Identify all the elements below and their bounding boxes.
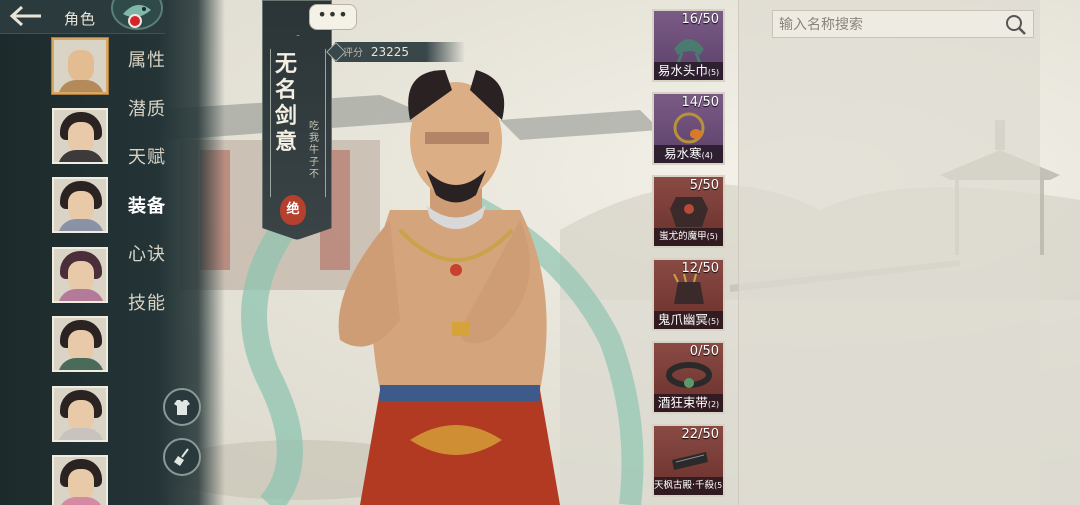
equip-slot-head[interactable]: 16/50 易水头巾(5) xyxy=(652,9,725,82)
equip-name: 蚩尤的魔甲(5) xyxy=(654,228,723,246)
portrait-female-headband[interactable] xyxy=(52,177,108,233)
grade-badge: 绝 xyxy=(280,195,306,225)
search-icon[interactable] xyxy=(1005,14,1027,40)
tab-attributes[interactable]: 属性 xyxy=(128,46,166,95)
tab-equipment[interactable]: 装备 xyxy=(128,192,166,241)
equip-name: 易水头巾(5) xyxy=(654,62,723,80)
back-arrow-icon[interactable] xyxy=(8,4,48,30)
search-bar xyxy=(772,10,1034,38)
notification-dot xyxy=(128,14,142,28)
score-value: 23225 xyxy=(370,45,410,59)
set-name: 无名剑意 xyxy=(274,51,297,155)
armor-icon xyxy=(670,197,708,227)
score-bar: 评分 23225 xyxy=(326,42,465,62)
headscarf-icon xyxy=(674,39,704,63)
equipment-set-banner: 无名剑意 吃我牛子不 绝 xyxy=(262,0,332,240)
tab-potential[interactable]: 潜质 xyxy=(128,95,166,144)
tab-mind-art[interactable]: 心诀 xyxy=(128,240,166,289)
portrait-female-noble[interactable] xyxy=(52,385,108,442)
equip-name: 易水寒(4) xyxy=(654,145,723,163)
character-portrait-list xyxy=(52,38,108,505)
equip-slot-gauntlet[interactable]: 12/50 鬼爪幽冥(5) xyxy=(652,258,725,331)
amulet-icon xyxy=(673,112,705,144)
equip-slot-belt[interactable]: 0/50 酒狂束带(2) xyxy=(652,341,725,414)
page-title: 角色 xyxy=(64,10,97,28)
equip-name: 天枫古殿·千殺(5) xyxy=(654,477,723,495)
portrait-male-warrior[interactable] xyxy=(52,107,108,164)
equip-slot-armor[interactable]: 5/50 蚩尤的魔甲(5) xyxy=(652,175,725,248)
equip-name: 鬼爪幽冥(5) xyxy=(654,311,723,329)
equip-name: 酒狂束带(2) xyxy=(654,394,723,412)
belt-icon xyxy=(666,362,712,388)
equipment-list-panel xyxy=(738,0,1040,505)
boots-icon xyxy=(672,452,708,470)
character-tabs: 属性 潜质 天赋 装备 心诀 技能 xyxy=(128,46,166,337)
equipment-slots: 16/50 易水头巾(5) 14/50 易水寒(4) 5/50 蚩尤的魔甲(5)… xyxy=(652,9,726,505)
portrait-bald-swordsman[interactable] xyxy=(52,38,108,94)
broom-icon[interactable] xyxy=(163,438,201,476)
search-input[interactable] xyxy=(779,14,999,36)
gauntlet-icon xyxy=(673,274,704,304)
set-owner: 吃我牛子不 xyxy=(309,121,319,180)
equip-slot-boots[interactable]: 22/50 天枫古殿·千殺(5) xyxy=(652,424,725,497)
score-label: 评分 xyxy=(343,48,363,59)
tab-skills[interactable]: 技能 xyxy=(128,289,166,338)
equip-slot-amulet[interactable]: 14/50 易水寒(4) xyxy=(652,92,725,165)
sidebar xyxy=(0,0,225,505)
portrait-female-flower[interactable] xyxy=(52,246,108,303)
clothes-icon[interactable] xyxy=(163,388,201,426)
portrait-female-pink[interactable] xyxy=(52,455,108,505)
tab-talent[interactable]: 天赋 xyxy=(128,143,166,192)
portrait-male-scholar[interactable] xyxy=(52,316,108,372)
chat-bubble-button[interactable]: ••• xyxy=(309,4,357,30)
